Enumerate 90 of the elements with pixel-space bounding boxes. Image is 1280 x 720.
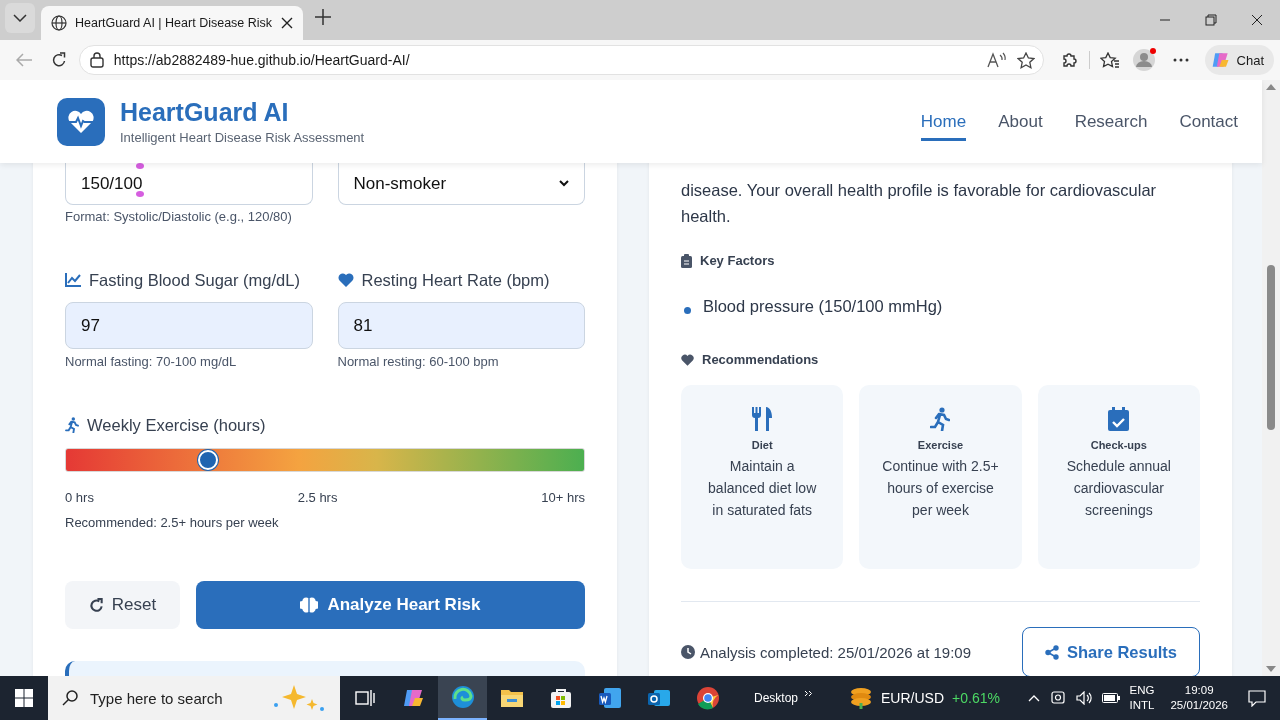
section-heading: Key Factors [700,253,775,269]
speaker-icon[interactable] [1075,691,1092,705]
recommendation-text: Schedule annual cardiovascular screenings [1065,457,1172,520]
ticker-name: EUR/USD [881,690,945,706]
nav-link[interactable]: About [998,102,1043,141]
scale-label: 2.5 hrs [297,490,338,505]
site-title: HeartGuard AI [120,98,290,127]
scroll-thumb[interactable] [1267,265,1275,430]
calendar-check-icon [1108,407,1130,431]
scrollbar[interactable] [1262,80,1280,676]
analysis-time: Analysis completed: 25/01/2026 at 19:09 [700,643,972,661]
close-icon[interactable] [281,17,293,29]
recommendation-title: Diet [751,439,773,451]
star-icon[interactable] [1016,51,1035,69]
heart-icon [337,273,354,287]
share-button[interactable]: Share Results [1022,627,1200,676]
lock-icon [89,52,104,68]
section-heading: Recommendations [702,352,819,368]
language-indicator[interactable]: ENG INTL [1129,683,1155,713]
scroll-up-icon[interactable] [1266,84,1276,90]
ribbon-logo-icon [1210,50,1231,70]
chevron-up-icon[interactable] [1027,694,1040,702]
nav-link[interactable]: Contact [1179,102,1238,141]
blood-pressure-field[interactable]: 150/100 [65,163,313,205]
mail-app-icon[interactable] [646,687,671,709]
chevron-down-icon [559,180,569,187]
tab-list-button[interactable] [5,2,35,33]
clock[interactable]: 19:09 25/01/2026 [1170,683,1228,713]
clipboard-icon [681,254,692,268]
fork-knife-icon [751,407,774,431]
recommendation-title: Check-ups [1090,439,1147,451]
share-icon [1044,644,1059,660]
clock-icon [681,645,695,659]
smoking-select[interactable]: Non-smoker [337,163,585,205]
camera-icon[interactable] [1049,690,1066,706]
chat-button[interactable]: Chat [1204,45,1274,75]
refresh-icon [88,597,104,613]
double-chevron-icon[interactable] [804,689,814,697]
hint-text: Normal resting: 60-100 bpm [337,354,500,370]
round-browser-icon[interactable] [695,686,720,710]
hint-text: Recommended: 2.5+ hours per week [65,515,280,530]
number-field[interactable]: 81 [337,302,585,349]
battery-icon[interactable] [1101,693,1120,703]
selection-handle-icon [136,191,144,197]
new-tab-icon[interactable] [315,8,331,25]
running-person-icon [930,407,951,431]
ticker-change: +0.61% [952,690,1000,706]
coins-icon [849,687,874,709]
nav-link[interactable]: Home [920,102,967,141]
analyze-button[interactable]: Analyze Heart Risk [196,581,585,629]
heart-pulse-logo[interactable] [57,97,105,146]
recommendation-title: Exercise [917,439,964,451]
bullet-dot [684,306,691,314]
exercise-slider[interactable] [65,448,585,472]
recommendation-text: Maintain a balanced diet low in saturated fats [707,457,818,520]
hint-text: Format: Systolic/Diastolic (e.g., 120/80) [65,209,293,225]
number-field[interactable]: 97 [65,302,313,349]
factor-text: Blood pressure (150/100 mmHg) [703,296,943,316]
running-person-icon [65,417,79,433]
reset-button[interactable]: Reset [65,581,180,629]
slider-thumb[interactable] [198,450,219,470]
folder-icon[interactable] [499,688,524,708]
read-aloud-icon[interactable] [986,52,1007,68]
site-subtitle: Intelligent Heart Disease Risk Assessment [120,130,365,145]
address-bar[interactable]: https://ab2882489-hue.github.io/HeartGuard-AI/ [78,45,1044,75]
globe-icon [51,15,67,31]
taskbar-search-field[interactable]: Type here to search [48,676,340,720]
task-view-icon[interactable] [354,689,375,707]
browser-swirl-icon[interactable] [450,685,475,709]
hint-text: Normal fasting: 70-100 mg/dL [65,354,238,370]
field-label: Fasting Blood Sugar (mg/dL) [89,271,300,289]
chevron-down-icon [13,13,27,22]
search-icon [62,690,78,706]
notification-icon[interactable] [1248,689,1266,707]
scroll-down-icon[interactable] [1266,666,1276,672]
heart-icon [681,354,694,366]
summary-text: disease. Your overall health profile is favorable for cardiovascular health. [681,180,1158,227]
brain-icon [300,597,319,613]
browser-tab[interactable]: HeartGuard AI | Heart Disease Risk [41,6,303,40]
store-bag-icon[interactable] [549,687,572,709]
field-label: Weekly Exercise (hours) [87,416,266,434]
recommendation-text: Continue with 2.5+ hours of exercise per week [881,457,1000,520]
nav-link[interactable]: Research [1074,102,1148,141]
scale-label: 0 hrs [65,490,94,505]
field-label: Resting Heart Rate (bpm) [361,271,550,289]
document-app-icon[interactable] [597,687,622,709]
scale-label: 10+ hrs [541,490,585,505]
selection-handle-icon [136,163,144,169]
chart-icon [65,273,81,287]
desktop-label[interactable]: Desktop [754,691,799,705]
